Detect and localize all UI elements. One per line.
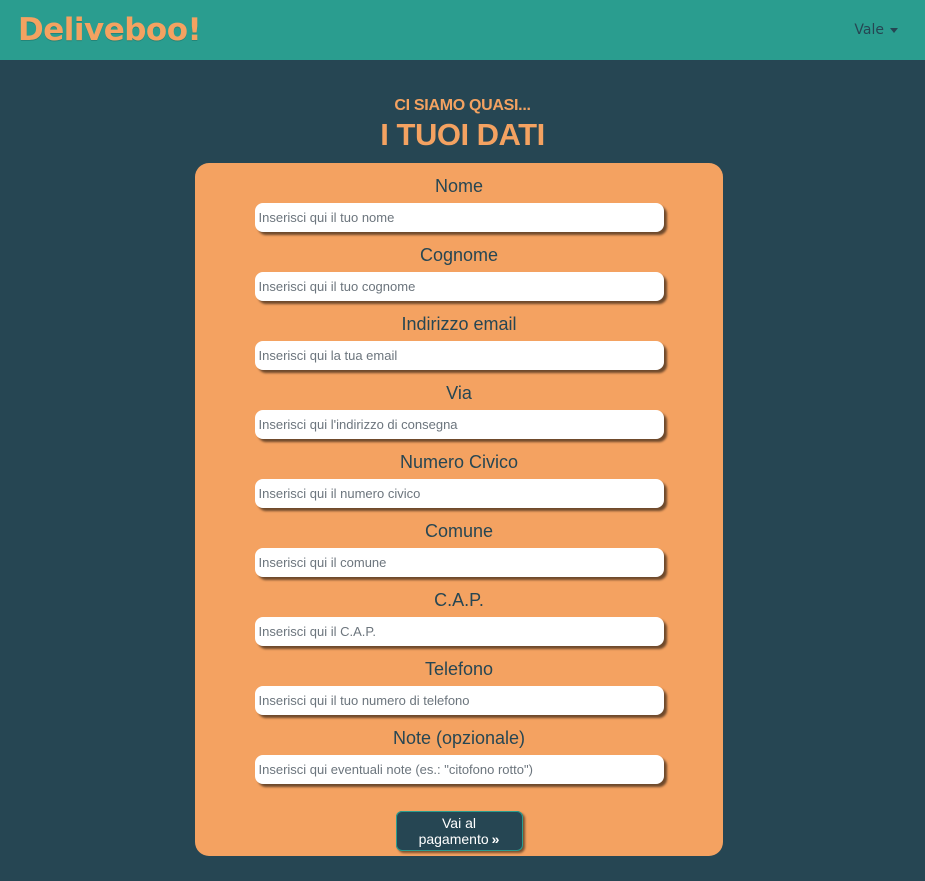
email-input[interactable]: [254, 341, 664, 370]
user-menu-dropdown[interactable]: Vale: [854, 22, 898, 38]
comune-input[interactable]: [254, 548, 664, 577]
numero-civico-label: Numero Civico: [399, 452, 519, 472]
cap-label: C.A.P.: [434, 590, 484, 610]
field-via: Via: [195, 380, 723, 449]
user-name[interactable]: Vale: [854, 22, 884, 38]
numero-civico-input[interactable]: [254, 479, 664, 508]
go-to-payment-label: Vai al pagamento: [418, 815, 489, 847]
note-label: Note (opzionale): [392, 728, 526, 748]
field-comune: Comune: [195, 518, 723, 587]
telefono-input[interactable]: [254, 686, 664, 715]
customer-data-form: Nome Cognome Indirizzo email Via Numero …: [195, 163, 723, 856]
email-label: Indirizzo email: [401, 314, 517, 334]
brand-logo[interactable]: Deliveboo!: [18, 12, 202, 48]
via-input[interactable]: [254, 410, 664, 439]
comune-label: Comune: [424, 521, 494, 541]
telefono-label: Telefono: [424, 659, 494, 679]
cognome-input[interactable]: [254, 272, 664, 301]
navbar: Deliveboo! Vale: [0, 0, 925, 60]
page-title: I tuoi dati: [380, 117, 545, 152]
cognome-label: Cognome: [419, 245, 499, 265]
double-chevron-right-icon: »: [491, 831, 500, 847]
cap-input[interactable]: [254, 617, 664, 646]
nome-label: Nome: [434, 176, 483, 196]
field-note: Note (opzionale): [195, 725, 723, 794]
page-heading: Ci siamo quasi... I tuoi dati: [0, 97, 925, 153]
field-email: Indirizzo email: [195, 311, 723, 380]
nome-input[interactable]: [254, 203, 664, 232]
field-numero-civico: Numero Civico: [195, 449, 723, 518]
note-input[interactable]: [254, 755, 664, 784]
field-telefono: Telefono: [195, 656, 723, 725]
via-label: Via: [446, 383, 472, 403]
field-cap: C.A.P.: [195, 587, 723, 656]
field-cognome: Cognome: [195, 242, 723, 311]
page-subtitle: Ci siamo quasi...: [394, 97, 531, 114]
field-nome: Nome: [195, 173, 723, 242]
go-to-payment-button[interactable]: Vai al pagamento»: [395, 811, 523, 851]
caret-down-icon[interactable]: [890, 27, 898, 33]
